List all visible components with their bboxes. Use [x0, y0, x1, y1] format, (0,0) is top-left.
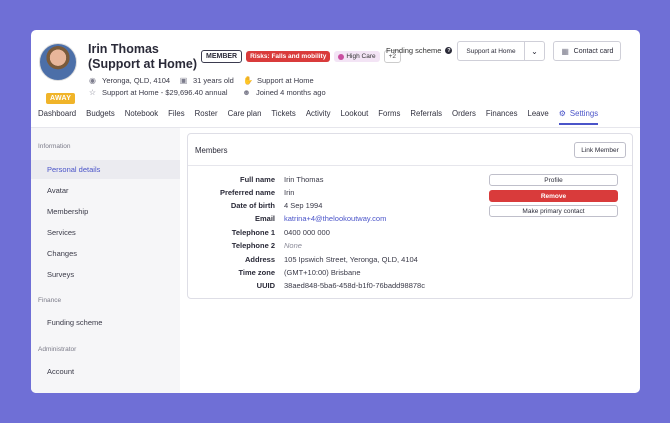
- risk-badge[interactable]: Risks: Falls and mobility: [246, 51, 331, 62]
- members-panel: Members Link Member Full name Irin Thomas…: [187, 133, 633, 299]
- tab-settings[interactable]: ⚙ Settings: [558, 109, 599, 125]
- field-row-preferred-name: Preferred name Irin: [188, 188, 488, 201]
- settings-sidebar: Information Personal details Avatar Memb…: [31, 128, 180, 393]
- field-row-full-name: Full name Irin Thomas: [188, 175, 488, 188]
- members-panel-header: Members Link Member: [188, 134, 632, 166]
- tab-lookout[interactable]: Lookout: [341, 109, 369, 125]
- funding-scheme-label-text: Funding scheme: [386, 46, 442, 55]
- care-badge-label: High Care: [346, 53, 376, 60]
- field-value: 4 Sep 1994: [284, 201, 323, 210]
- field-row-time-zone: Time zone (GMT+10:00) Brisbane: [188, 268, 488, 281]
- joined-text: Joined 4 months ago: [256, 88, 326, 97]
- field-value: 105 Ipswich Street, Yeronga, QLD, 4104: [284, 255, 418, 264]
- remove-button[interactable]: Remove: [489, 190, 618, 202]
- contact-card-button[interactable]: ▦ Contact card: [553, 41, 621, 61]
- field-row-telephone-2: Telephone 2 None: [188, 241, 488, 254]
- field-label: Full name: [239, 175, 275, 184]
- field-label: Date of birth: [230, 201, 275, 210]
- avatar[interactable]: [39, 43, 77, 81]
- field-value: None: [284, 241, 302, 250]
- client-card: AWAY Irin Thomas (Support at Home) MEMBE…: [31, 30, 640, 393]
- chevron-down-icon[interactable]: ⌄: [524, 42, 544, 60]
- tab-referrals[interactable]: Referrals: [410, 109, 442, 125]
- tab-files[interactable]: Files: [168, 109, 184, 125]
- field-value: Irin Thomas: [284, 175, 324, 184]
- care-dot-icon: [338, 53, 345, 60]
- sidebar-item-funding-scheme[interactable]: Funding scheme: [31, 313, 180, 332]
- tab-budgets[interactable]: Budgets: [86, 109, 115, 125]
- make-primary-contact-button[interactable]: Make primary contact: [489, 205, 618, 217]
- field-label: UUID: [256, 281, 275, 290]
- link-member-button[interactable]: Link Member: [574, 142, 626, 158]
- hand-icon: ✋: [243, 76, 253, 85]
- tab-leave[interactable]: Leave: [528, 109, 549, 125]
- field-row-uuid: UUID 38aed848-5ba6-458d-b1f0-76badd98878c: [188, 281, 488, 294]
- tab-activity[interactable]: Activity: [306, 109, 331, 125]
- person-icon: ☻: [242, 88, 251, 97]
- age-text: 31 years old: [193, 76, 234, 85]
- sidebar-item-personal-details[interactable]: Personal details: [31, 160, 180, 179]
- sidebar-item-avatar[interactable]: Avatar: [31, 181, 180, 200]
- email-link[interactable]: katrina+4@thelookoutway.com: [284, 214, 386, 223]
- sidebar-item-services[interactable]: Services: [31, 223, 180, 242]
- field-value: (GMT+10:00) Brisbane: [284, 268, 361, 277]
- sidebar-section-information: Information: [38, 143, 71, 150]
- funding-line-text: Support at Home - $29,696.40 annual: [102, 88, 228, 97]
- sidebar-item-account[interactable]: Account: [31, 362, 180, 381]
- sidebar-item-surveys[interactable]: Surveys: [31, 265, 180, 284]
- field-value: Irin: [284, 188, 295, 197]
- joined-line: ☻ Joined 4 months ago: [242, 88, 326, 97]
- client-name: Irin Thomas (Support at Home): [88, 42, 198, 71]
- funding-scheme-select[interactable]: Support at Home ⌄: [457, 41, 545, 61]
- field-row-address: Address 105 Ipswich Street, Yeronga, QLD,…: [188, 255, 488, 268]
- tab-orders[interactable]: Orders: [452, 109, 476, 125]
- age-line: ▣ 31 years old: [179, 76, 234, 85]
- tab-finances[interactable]: Finances: [486, 109, 518, 125]
- program-text: Support at Home: [257, 76, 314, 85]
- field-label: Telephone 2: [231, 241, 275, 250]
- tab-roster[interactable]: Roster: [195, 109, 218, 125]
- field-row-telephone-1: Telephone 1 0400 000 000: [188, 228, 488, 241]
- tab-tickets[interactable]: Tickets: [271, 109, 295, 125]
- field-label: Telephone 1: [231, 228, 275, 237]
- field-label: Email: [254, 214, 275, 223]
- tab-dashboard[interactable]: Dashboard: [38, 109, 76, 125]
- tab-bar: Dashboard Budgets Notebook Files Roster …: [38, 109, 608, 125]
- sidebar-section-finance: Finance: [38, 297, 62, 304]
- tab-notebook[interactable]: Notebook: [125, 109, 158, 125]
- sidebar-section-administrator: Administrator: [38, 346, 77, 353]
- id-card-icon: ▦: [561, 46, 569, 56]
- care-badge[interactable]: High Care: [334, 51, 380, 62]
- field-label: Address: [244, 255, 275, 264]
- field-row-email: Email katrina+4@thelookoutway.com: [188, 214, 488, 227]
- location-line: ◉ Yeronga, QLD, 4104: [88, 76, 170, 85]
- tab-settings-label: Settings: [569, 109, 599, 118]
- help-icon[interactable]: ?: [445, 47, 453, 54]
- badge-row: MEMBER Risks: Falls and mobility High Ca…: [201, 50, 402, 63]
- funding-scheme-label: Funding scheme ?: [386, 46, 453, 55]
- members-title: Members: [195, 146, 228, 155]
- contact-card-label: Contact card: [573, 47, 614, 55]
- cake-icon: ▣: [179, 76, 188, 85]
- program-line: ✋ Support at Home: [243, 76, 314, 85]
- field-value: 0400 000 000: [284, 228, 330, 237]
- tab-care-plan[interactable]: Care plan: [228, 109, 262, 125]
- field-row-date-of-birth: Date of birth 4 Sep 1994: [188, 201, 488, 214]
- map-pin-icon: ◉: [89, 76, 96, 85]
- field-label: Time zone: [238, 268, 275, 277]
- tab-forms[interactable]: Forms: [378, 109, 400, 125]
- status-badge: AWAY: [46, 93, 76, 104]
- funding-scheme-value: Support at Home: [466, 47, 516, 55]
- field-label: Preferred name: [219, 188, 275, 197]
- profile-button[interactable]: Profile: [489, 174, 618, 186]
- sidebar-item-membership[interactable]: Membership: [31, 202, 180, 221]
- sidebar-item-changes[interactable]: Changes: [31, 244, 180, 263]
- field-value: 38aed848-5ba6-458d-b1f0-76badd98878c: [284, 281, 425, 290]
- funding-line: ☆ Support at Home - $29,696.40 annual: [88, 88, 228, 97]
- star-icon: ☆: [88, 88, 97, 97]
- member-badge: MEMBER: [201, 50, 243, 63]
- gear-icon: ⚙: [558, 109, 566, 118]
- location-text: Yeronga, QLD, 4104: [102, 76, 171, 85]
